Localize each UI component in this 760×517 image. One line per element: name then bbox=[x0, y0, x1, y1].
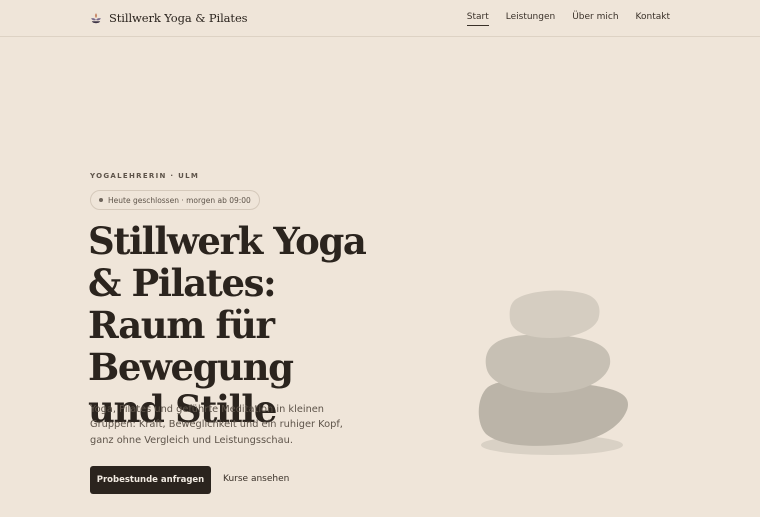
view-courses-link[interactable]: Kurse ansehen bbox=[223, 474, 289, 484]
lotus-icon bbox=[91, 13, 101, 24]
opening-status-text: Heute geschlossen · morgen ab 09:00 bbox=[108, 195, 251, 205]
stone-middle bbox=[485, 334, 611, 393]
status-dot-icon bbox=[99, 198, 103, 202]
hero-eyebrow: YOGALEHRERIN · ULM bbox=[90, 172, 200, 180]
nav-item-start[interactable]: Start bbox=[466, 12, 489, 26]
stacked-stones-illustration bbox=[478, 290, 628, 455]
nav-item-kontakt[interactable]: Kontakt bbox=[636, 12, 670, 26]
brand-name: Stillwerk Yoga & Pilates bbox=[109, 11, 248, 25]
hero-description: Yoga, Pilates und geführte Meditation in… bbox=[90, 404, 343, 446]
hero-title: Stillwerk Yoga & Pilates: Raum für Beweg… bbox=[88, 219, 367, 431]
stone-top bbox=[509, 290, 600, 338]
opening-status-badge: Heute geschlossen · morgen ab 09:00 bbox=[90, 190, 260, 210]
nav-item-leistungen[interactable]: Leistungen bbox=[506, 12, 555, 26]
request-trial-class-button[interactable]: Probestunde anfragen bbox=[90, 466, 211, 494]
brand-link[interactable]: Stillwerk Yoga & Pilates bbox=[90, 9, 248, 27]
main-navigation: Start Leistungen Über mich Kontakt bbox=[466, 12, 670, 26]
top-navigation-bar: Stillwerk Yoga & Pilates Start Leistunge… bbox=[0, 0, 760, 37]
nav-item-ueber-mich[interactable]: Über mich bbox=[572, 12, 618, 26]
